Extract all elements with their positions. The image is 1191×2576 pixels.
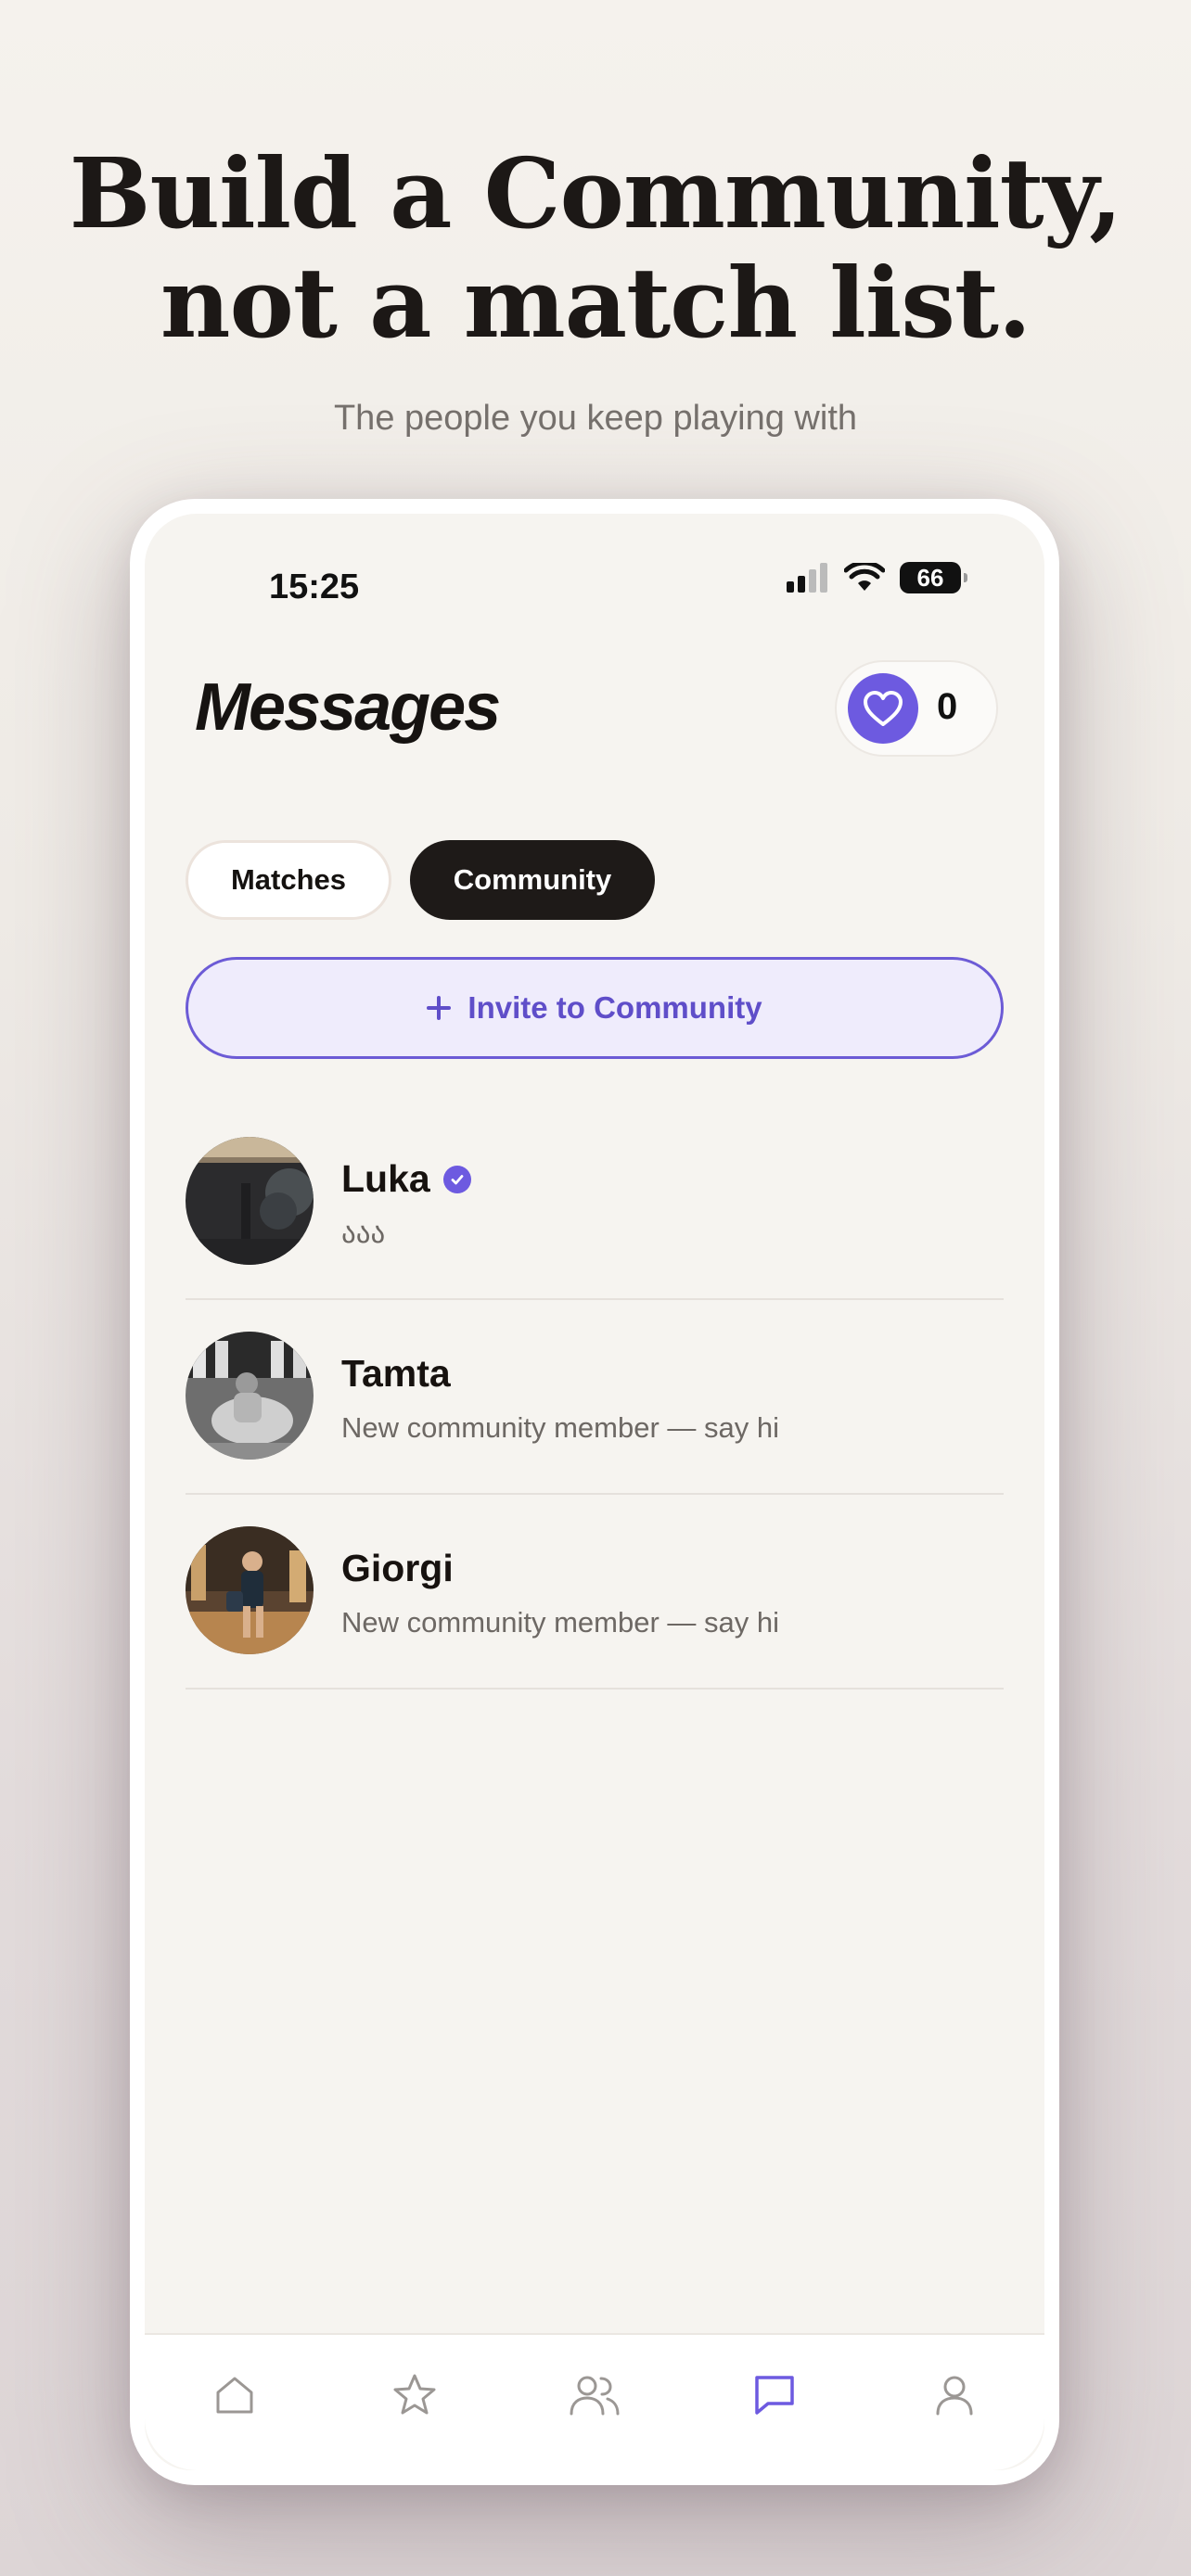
heart-icon	[848, 673, 918, 744]
cellular-signal-icon	[787, 563, 827, 593]
likes-count: 0	[937, 686, 958, 727]
app-screen: 15:25 66 Messages 0 Matches Community In…	[145, 514, 1044, 2470]
bottom-nav	[145, 2333, 1044, 2470]
status-icons: 66	[785, 562, 967, 593]
hero-subline: The people you keep playing with	[333, 399, 858, 438]
message-preview: ააა	[341, 1217, 386, 1249]
hero-headline-line1: Build a Community,	[69, 136, 1123, 250]
contact-name-text: Giorgi	[341, 1547, 454, 1589]
plus-icon	[427, 996, 452, 1020]
hero-headline-line2: not a match list.	[160, 246, 1031, 360]
phone-frame: 15:25 66 Messages 0 Matches Community In…	[130, 499, 1059, 2485]
conversation-row[interactable]: Luka ააა	[186, 1103, 1004, 1300]
invite-to-community-button[interactable]: Invite to Community	[186, 957, 1004, 1059]
invite-label: Invite to Community	[467, 990, 762, 1025]
page-title: Messages	[195, 670, 501, 745]
hero-headline: Build a Community, not a match list.	[0, 139, 1191, 358]
nav-profile[interactable]	[917, 2363, 992, 2428]
contact-name: Luka	[341, 1157, 471, 1201]
avatar	[186, 1526, 314, 1654]
avatar	[186, 1332, 314, 1460]
tab-community[interactable]: Community	[410, 840, 655, 920]
conversation-row[interactable]: Tamta New community member — say hi	[186, 1298, 1004, 1495]
nav-messages[interactable]	[737, 2363, 812, 2428]
contact-name-text: Tamta	[341, 1352, 451, 1395]
contact-name: Giorgi	[341, 1547, 454, 1590]
home-icon	[216, 2377, 253, 2414]
battery-indicator: 66	[900, 562, 967, 593]
status-time: 15:25	[269, 567, 360, 606]
contact-name: Tamta	[341, 1352, 451, 1396]
nav-home[interactable]	[198, 2363, 272, 2428]
likes-button[interactable]: 0	[835, 660, 998, 757]
nav-community[interactable]	[557, 2363, 632, 2428]
nav-favorites[interactable]	[378, 2363, 452, 2428]
message-preview: New community member — say hi	[341, 1606, 780, 1639]
conversation-row[interactable]: Giorgi New community member — say hi	[186, 1493, 1004, 1690]
avatar	[186, 1137, 314, 1265]
contact-name-text: Luka	[341, 1157, 430, 1200]
tab-matches[interactable]: Matches	[186, 840, 391, 920]
star-icon	[393, 2374, 436, 2415]
message-preview: New community member — say hi	[341, 1411, 780, 1444]
wifi-icon	[844, 563, 885, 591]
people-icon	[570, 2376, 620, 2416]
verified-badge-icon	[442, 1165, 471, 1193]
profile-icon	[936, 2376, 973, 2416]
chat-icon	[755, 2376, 794, 2415]
